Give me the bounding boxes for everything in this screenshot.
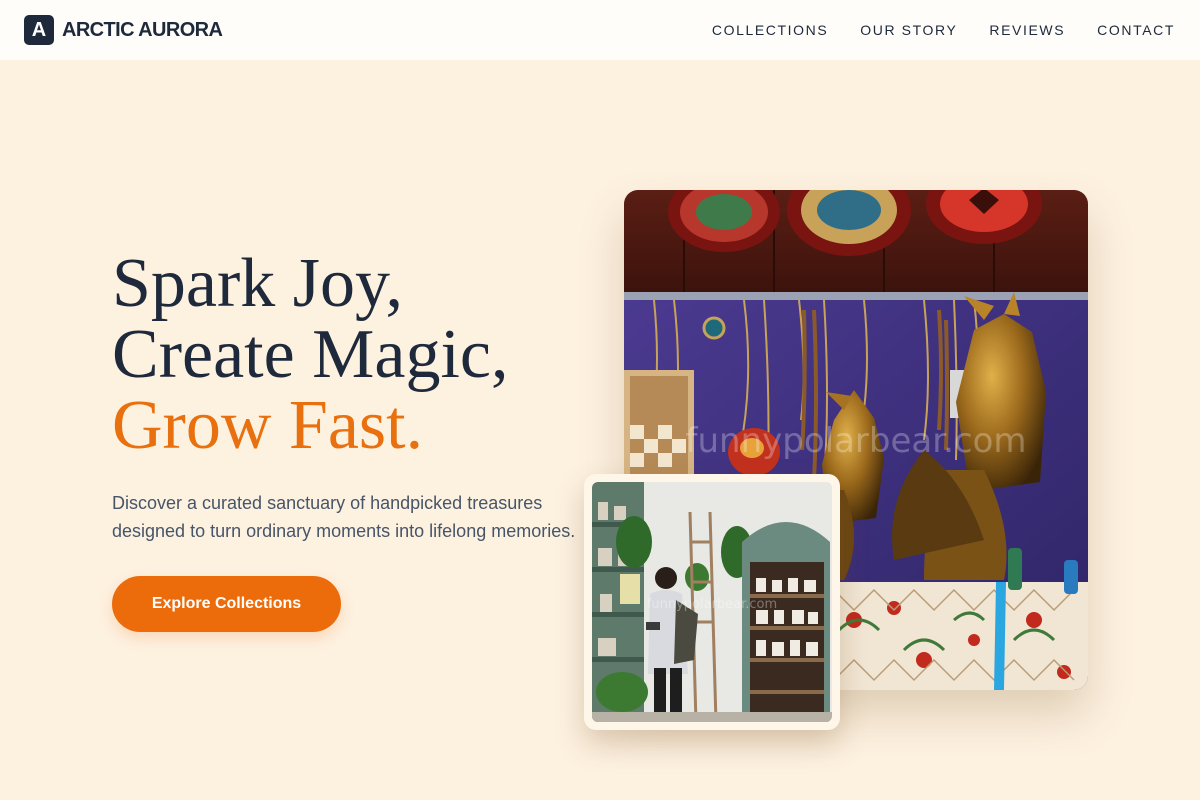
secondary-image-watermark: funnypolarbear.com xyxy=(647,597,777,612)
site-header: A ARCTIC AURORA COLLECTIONS OUR STORY RE… xyxy=(0,0,1200,60)
brand-logo-icon: A xyxy=(24,15,54,45)
explore-collections-button[interactable]: Explore Collections xyxy=(112,576,341,632)
hero-title-line-3: Grow Fast. xyxy=(112,387,424,464)
brand[interactable]: A ARCTIC AURORA xyxy=(24,15,223,45)
nav-link-our-story[interactable]: OUR STORY xyxy=(860,22,957,38)
main-image-watermark: funnypolarbear.com xyxy=(686,421,1027,461)
nav-link-contact[interactable]: CONTACT xyxy=(1097,22,1175,38)
hero-secondary-image: funnypolarbear.com xyxy=(592,482,832,722)
hero-title-line-1: Spark Joy, xyxy=(112,245,404,322)
nav-link-collections[interactable]: COLLECTIONS xyxy=(712,22,828,38)
nav-link-reviews[interactable]: REVIEWS xyxy=(989,22,1065,38)
hero-subtitle: Discover a curated sanctuary of handpick… xyxy=(112,493,576,541)
brand-name: ARCTIC AURORA xyxy=(62,18,223,41)
hero-title-line-2: Create Magic, xyxy=(112,316,509,393)
hero-title: Spark Joy, Create Magic, Grow Fast. xyxy=(112,248,508,461)
hero-secondary-image-card: funnypolarbear.com xyxy=(584,474,840,730)
main-nav: COLLECTIONS OUR STORY REVIEWS CONTACT xyxy=(712,22,1175,38)
